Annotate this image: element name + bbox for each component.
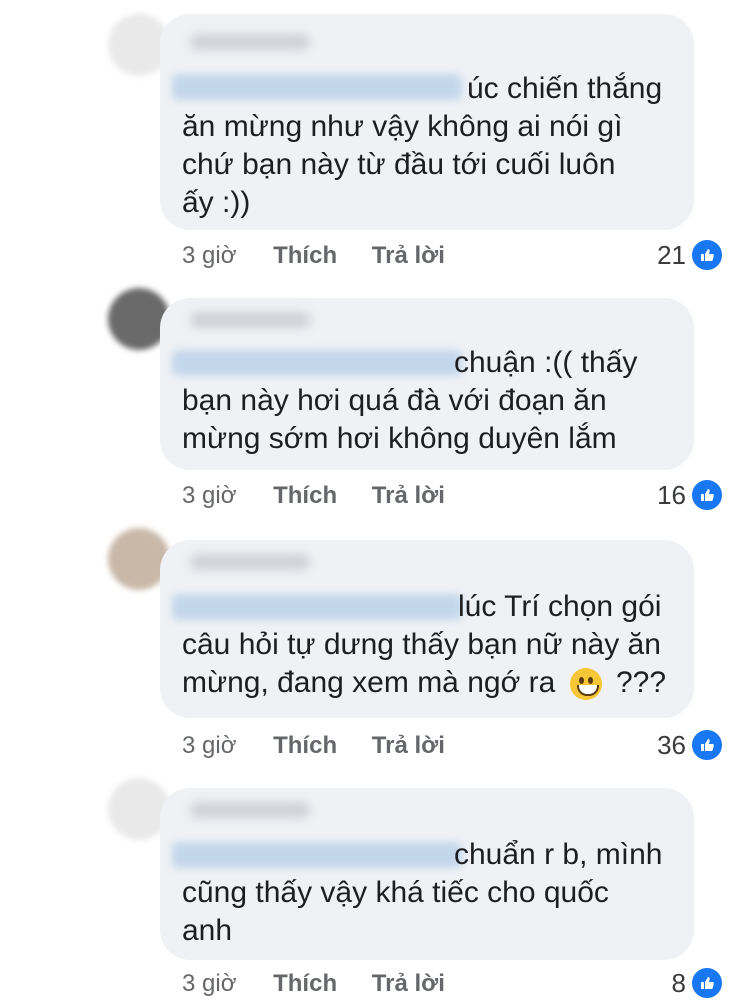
comment-line: ăn mừng như vậy không ai nói gì — [182, 110, 623, 143]
author-name-blurred[interactable] — [190, 34, 310, 50]
comment-line: ??? — [615, 666, 667, 699]
comment-line: ấy :)) — [182, 186, 251, 219]
comment-bubble: chuẩn r b, mình cũng thấy vậy khá tiếc c… — [160, 788, 694, 960]
reply-button[interactable]: Trả lời — [372, 732, 445, 760]
comment-text: lúc Trí chọn gói câu hỏi tự dưng thấy bạ… — [182, 588, 674, 702]
comment-meta: 3 giờ Thích Trả lời — [182, 242, 473, 270]
comment-meta: 3 giờ Thích Trả lời — [182, 732, 473, 760]
reaction-count[interactable]: 21 — [657, 238, 724, 272]
comment-line: chứ bạn này từ đầu tới cuối luôn — [182, 148, 616, 181]
reaction-count[interactable]: 16 — [657, 478, 724, 512]
like-button[interactable]: Thích — [273, 482, 337, 510]
comment-line: anh — [182, 914, 233, 947]
grinning-face-icon — [569, 668, 602, 701]
reaction-count-value: 21 — [657, 239, 686, 270]
reaction-count-value: 8 — [671, 967, 686, 998]
comment-line: mừng, đang xem mà ngớ ra — [182, 666, 556, 699]
comment-meta: 3 giờ Thích Trả lời — [182, 482, 473, 510]
comment-line: úc chiến thắng — [467, 72, 663, 105]
timestamp[interactable]: 3 giờ — [182, 970, 236, 998]
like-button[interactable]: Thích — [273, 970, 337, 998]
reply-button[interactable]: Trả lời — [372, 970, 445, 998]
thumbs-up-icon — [690, 238, 724, 272]
comment-line: mừng sớm hơi không duyên lắm — [182, 422, 617, 455]
comment-text: chuận :(( thấy bạn này hơi quá đà với đo… — [182, 344, 674, 458]
comment-bubble: lúc Trí chọn gói câu hỏi tự dưng thấy bạ… — [160, 540, 694, 718]
like-button[interactable]: Thích — [273, 732, 337, 760]
comment-bubble: chuận :(( thấy bạn này hơi quá đà với đo… — [160, 298, 694, 470]
timestamp[interactable]: 3 giờ — [182, 732, 236, 760]
comment-line: lúc Trí chọn gói — [458, 590, 662, 623]
comment-meta: 3 giờ Thích Trả lời — [182, 970, 473, 998]
reaction-count[interactable]: 8 — [672, 966, 724, 1000]
author-name-blurred[interactable] — [190, 554, 310, 570]
author-name-blurred[interactable] — [190, 312, 310, 328]
comment-text: úc chiến thắng ăn mừng như vậy không ai … — [182, 70, 674, 222]
comment-line: cũng thấy vậy khá tiếc cho quốc — [182, 876, 609, 909]
reply-button[interactable]: Trả lời — [372, 242, 445, 270]
reaction-count[interactable]: 36 — [657, 728, 724, 762]
comment-bubble: úc chiến thắng ăn mừng như vậy không ai … — [160, 14, 694, 230]
comment-line: bạn này hơi quá đà với đoạn ăn — [182, 384, 607, 417]
comment-text: chuẩn r b, mình cũng thấy vậy khá tiếc c… — [182, 836, 674, 950]
reply-button[interactable]: Trả lời — [372, 482, 445, 510]
reaction-count-value: 16 — [657, 479, 686, 510]
comment-line: chuẩn r b, mình — [454, 838, 663, 871]
thumbs-up-icon — [690, 966, 724, 1000]
timestamp[interactable]: 3 giờ — [182, 482, 236, 510]
timestamp[interactable]: 3 giờ — [182, 242, 236, 270]
thumbs-up-icon — [690, 728, 724, 762]
comment-line: câu hỏi tự dưng thấy bạn nữ này ăn — [182, 628, 661, 661]
reaction-count-value: 36 — [657, 729, 686, 760]
comment-line: chuận :(( thấy — [454, 346, 638, 379]
thumbs-up-icon — [690, 478, 724, 512]
author-name-blurred[interactable] — [190, 802, 310, 818]
like-button[interactable]: Thích — [273, 242, 337, 270]
